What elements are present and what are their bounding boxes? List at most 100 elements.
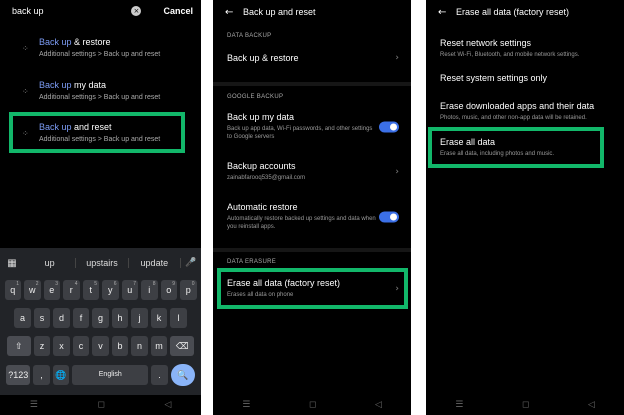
section-google-backup: GOOGLE BACKUP (227, 94, 284, 100)
key-r[interactable]: 4r (63, 280, 80, 300)
item-reset-system[interactable]: Reset system settings only (440, 73, 612, 83)
suggestion-update[interactable]: update (129, 258, 181, 268)
menu-nav-icon[interactable]: ☰ (455, 400, 463, 410)
search-result-backup-my-data[interactable]: ⁘ Back up my data Additional settings > … (10, 76, 191, 114)
key-t[interactable]: 5t (82, 280, 99, 300)
cancel-button[interactable]: Cancel (163, 6, 193, 16)
key-label: i (148, 285, 151, 295)
key-w[interactable]: 2w (24, 280, 41, 300)
key-alt-label: 8 (152, 281, 156, 287)
key-l[interactable]: l (170, 308, 187, 328)
item-backup-my-data[interactable]: Back up my data Back up app data, Wi-Fi … (227, 112, 399, 141)
home-nav-icon[interactable]: ◻ (97, 400, 104, 410)
key-d[interactable]: d (53, 308, 70, 328)
item-backup-accounts[interactable]: Backup accounts zainabfarooq535@gmail.co… (227, 161, 399, 182)
key-s[interactable]: s (33, 308, 51, 328)
suggestion-up[interactable]: up (24, 258, 77, 268)
menu-nav-icon[interactable]: ☰ (30, 400, 38, 410)
section-data-backup: DATA BACKUP (227, 33, 272, 39)
settings-dots-icon: ⁘ (22, 87, 29, 96)
key-b[interactable]: b (111, 336, 129, 356)
item-title: Backup accounts (227, 161, 296, 171)
menu-nav-icon[interactable]: ☰ (242, 400, 250, 410)
item-desc: Back up app data, Wi-Fi passwords, and o… (227, 126, 373, 140)
key-row-2: asdfghjkl (0, 308, 201, 328)
key-e[interactable]: 3e (43, 280, 60, 300)
key-n[interactable]: n (131, 336, 148, 356)
key-f[interactable]: f (72, 308, 90, 328)
back-nav-icon[interactable]: ◁ (375, 400, 382, 410)
back-arrow-icon[interactable]: ← (225, 7, 243, 18)
clear-icon[interactable]: × (131, 6, 142, 16)
page-header: ← Back up and reset (213, 0, 411, 24)
on-screen-keyboard: ▦ up upstairs update 🎤 1q2w3e4r5t6y7u8i9… (0, 248, 201, 395)
suggestion-upstairs[interactable]: upstairs (76, 258, 129, 268)
nav-bar: ☰ ◻ ◁ (0, 395, 201, 415)
key-label: y (108, 285, 113, 295)
result-title: Back up my data (39, 80, 191, 90)
item-title: Reset system settings only (440, 73, 548, 83)
key-o[interactable]: 9o (160, 280, 177, 300)
highlight-box (9, 112, 185, 153)
backup-toggle[interactable] (379, 121, 399, 132)
key-x[interactable]: x (53, 336, 70, 356)
item-reset-network[interactable]: Reset network settings Reset Wi-Fi, Blue… (440, 38, 612, 59)
key-q[interactable]: 1q (4, 280, 21, 300)
key-j[interactable]: j (131, 308, 148, 328)
key-v[interactable]: v (92, 336, 109, 356)
result-title-rest: & restore (71, 37, 111, 47)
key-g[interactable]: g (92, 308, 109, 328)
mic-icon[interactable]: 🎤 (181, 258, 201, 268)
search-result-backup-restore[interactable]: ⁘ Back up & restore Additional settings … (10, 33, 191, 71)
key-m[interactable]: m (150, 336, 168, 356)
key-p[interactable]: 0p (180, 280, 197, 300)
key-c[interactable]: c (72, 336, 90, 356)
key-k[interactable]: k (150, 308, 168, 328)
item-desc: zainabfarooq535@gmail.com (227, 175, 306, 181)
item-automatic-restore[interactable]: Automatic restore Automatically restore … (227, 202, 399, 231)
highlight-box (217, 268, 408, 309)
home-nav-icon[interactable]: ◻ (309, 400, 316, 410)
shift-key[interactable]: ⇧ (6, 336, 31, 356)
key-h[interactable]: h (111, 308, 129, 328)
key-i[interactable]: 8i (141, 280, 158, 300)
key-label: w (29, 285, 36, 295)
period-key[interactable]: . (151, 365, 168, 385)
divider (213, 82, 411, 86)
page-title: Erase all data (factory reset) (456, 7, 570, 17)
key-alt-label: 7 (133, 281, 136, 287)
globe-icon[interactable]: 🌐 (52, 365, 70, 385)
key-alt-label: 2 (35, 281, 39, 287)
back-arrow-icon[interactable]: ← (438, 7, 456, 18)
key-label: r (69, 285, 73, 295)
chevron-right-icon: › (395, 53, 399, 63)
search-key[interactable]: 🔍 (170, 364, 195, 386)
result-title-match: Back up (39, 37, 72, 47)
search-screen: back up × Cancel ⁘ Back up & restore Add… (0, 0, 201, 415)
search-bar[interactable]: back up × Cancel (0, 0, 201, 22)
symbols-key[interactable]: ?123 (6, 365, 31, 385)
backspace-key[interactable]: ⌫ (170, 336, 195, 356)
settings-dots-icon: ⁘ (22, 44, 29, 53)
key-alt-label: 3 (55, 281, 58, 287)
comma-key[interactable]: , (33, 365, 50, 385)
result-title-rest: my data (71, 80, 107, 90)
back-nav-icon[interactable]: ◁ (588, 400, 595, 410)
search-input[interactable]: back up (12, 6, 131, 16)
item-erase-downloaded-apps[interactable]: Erase downloaded apps and their data Pho… (440, 101, 612, 122)
keyboard-grid-icon[interactable]: ▦ (0, 258, 24, 269)
home-nav-icon[interactable]: ◻ (522, 400, 529, 410)
nav-bar: ☰ ◻ ◁ (213, 395, 411, 415)
space-key[interactable]: English (72, 365, 149, 385)
key-alt-label: 4 (74, 281, 78, 287)
page-title: Back up and reset (243, 7, 316, 17)
key-u[interactable]: 7u (121, 280, 138, 300)
auto-restore-toggle[interactable] (379, 211, 399, 222)
key-z[interactable]: z (33, 336, 51, 356)
back-nav-icon[interactable]: ◁ (164, 400, 171, 410)
key-a[interactable]: a (14, 308, 31, 328)
item-backup-restore[interactable]: Back up & restore › (227, 53, 399, 63)
key-y[interactable]: 6y (102, 280, 119, 300)
key-alt-label: 5 (94, 281, 97, 287)
result-path: Additional settings > Back up and reset (39, 51, 161, 58)
